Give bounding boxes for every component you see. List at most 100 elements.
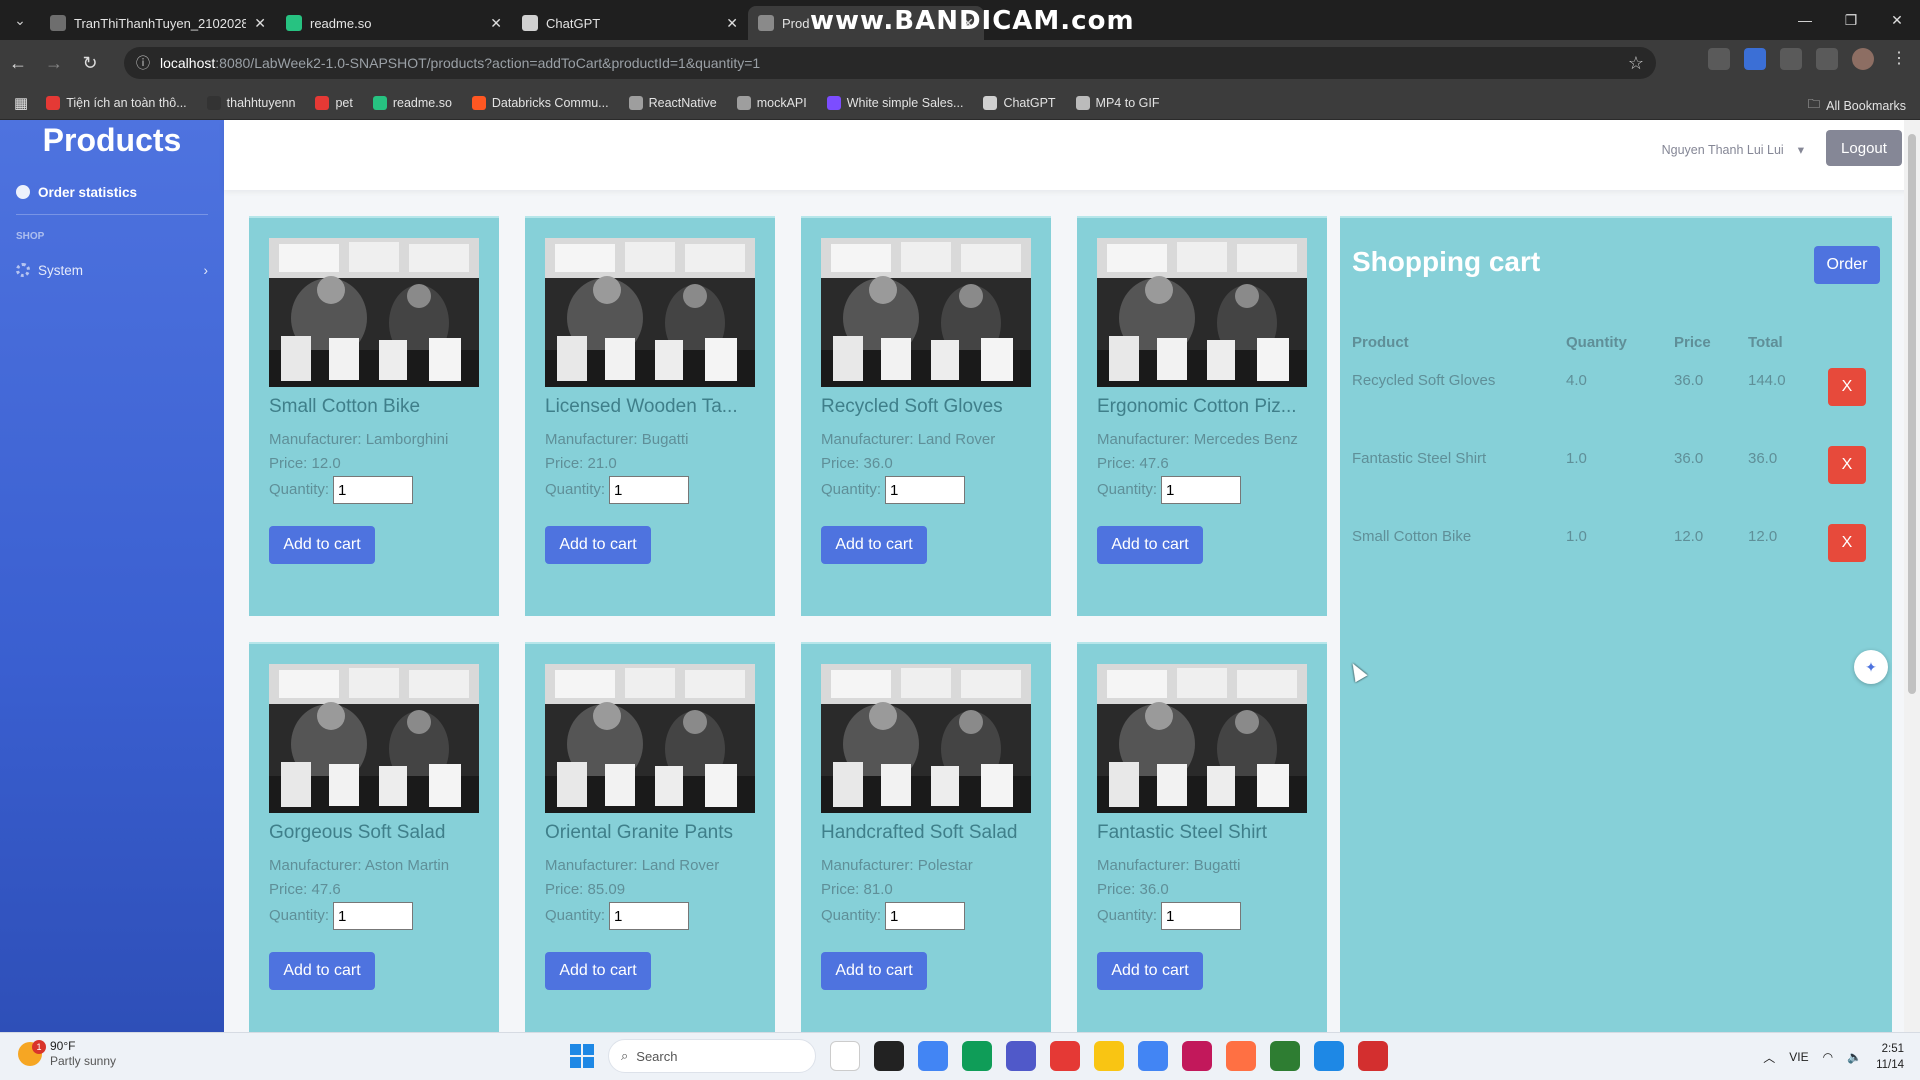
logout-button[interactable]: Logout (1826, 130, 1902, 166)
quantity-input[interactable] (333, 902, 414, 930)
windows-start-icon[interactable] (570, 1044, 594, 1068)
taskbar-app-icon[interactable] (1094, 1041, 1124, 1071)
browser-tab[interactable]: readme.so ✕ (276, 6, 512, 40)
taskbar-app-icon[interactable] (1050, 1041, 1080, 1071)
address-toolbar: ← → ↻ ⓘ localhost:8080/LabWeek2-1.0-SNAP… (0, 40, 1920, 86)
bookmark-item[interactable]: White simple Sales... (826, 95, 963, 110)
quantity-input[interactable] (333, 476, 414, 504)
taskbar-app-icon[interactable] (1182, 1041, 1212, 1071)
browser-tab[interactable]: TranThiThanhTuyen_21020281_ ✕ (40, 6, 276, 40)
add-to-cart-button[interactable]: Add to cart (1097, 952, 1203, 990)
taskbar-app-icon[interactable] (918, 1041, 948, 1071)
cart-row: Fantastic Steel Shirt 1.0 36.0 36.0 X (1352, 438, 1882, 516)
taskbar-app-icon[interactable] (1270, 1041, 1300, 1071)
quantity-input[interactable] (885, 902, 966, 930)
bookmark-favicon-icon (315, 95, 330, 110)
quantity-input[interactable] (609, 902, 690, 930)
product-card: Fantastic Steel Shirt Manufacturer: Buga… (1077, 642, 1327, 1032)
all-bookmarks[interactable]: 🗀 All Bookmarks (1808, 95, 1906, 116)
bookmark-item[interactable]: Databricks Commu... (471, 95, 609, 110)
product-manufacturer: Manufacturer: Mercedes Benz (1097, 431, 1298, 448)
language-indicator[interactable]: VIE (1789, 1050, 1808, 1064)
weather-widget[interactable]: 1 90°F Partly sunny (18, 1039, 116, 1069)
volume-icon[interactable]: 🔈 (1847, 1050, 1862, 1064)
remove-item-button[interactable]: X (1828, 446, 1866, 484)
restore-icon[interactable]: ❐ (1828, 0, 1874, 40)
taskbar-app-icon[interactable] (1358, 1041, 1388, 1071)
add-to-cart-button[interactable]: Add to cart (821, 952, 927, 990)
minimize-icon[interactable]: — (1782, 0, 1828, 40)
tab-search-icon[interactable]: ⌄ (0, 0, 40, 40)
taskbar-app-icon[interactable] (1314, 1041, 1344, 1071)
reload-icon[interactable]: ↻ (72, 45, 108, 81)
back-icon[interactable]: ← (0, 45, 36, 81)
product-meta: Manufacturer: Lamborghini Price: 12.0 Qu… (269, 428, 483, 564)
close-window-icon[interactable]: ✕ (1874, 0, 1920, 40)
taskbar-app-icon[interactable] (1006, 1041, 1036, 1071)
extension-gear-icon[interactable] (1780, 48, 1802, 70)
quantity-input[interactable] (1161, 902, 1242, 930)
bookmark-item[interactable]: pet (315, 95, 353, 110)
quantity-input[interactable] (609, 476, 690, 504)
profile-avatar[interactable] (1852, 48, 1874, 70)
order-button[interactable]: Order (1814, 246, 1880, 284)
sidebar-brand[interactable]: Products (0, 120, 224, 170)
kebab-menu-icon[interactable]: ⋮ (1888, 48, 1910, 70)
sidebar-item-system[interactable]: System › (0, 248, 224, 292)
window-controls: — ❐ ✕ (1782, 0, 1920, 40)
taskbar-app-icon[interactable] (1138, 1041, 1168, 1071)
cart-total: 12.0 (1748, 528, 1778, 545)
add-to-cart-button[interactable]: Add to cart (269, 952, 375, 990)
qr-icon[interactable] (1708, 48, 1730, 70)
remove-item-button[interactable]: X (1828, 524, 1866, 562)
cart-row: Small Cotton Bike 1.0 12.0 12.0 X (1352, 516, 1882, 594)
apps-grid-icon[interactable]: ▦ (14, 94, 28, 112)
bookmark-item[interactable]: mockAPI (736, 95, 807, 110)
product-manufacturer: Manufacturer: Polestar (821, 857, 973, 874)
tab-title: readme.so (310, 15, 372, 31)
bookmark-item[interactable]: ChatGPT (983, 95, 1056, 110)
forward-icon[interactable]: → (36, 45, 72, 81)
tab-close-icon[interactable]: ✕ (726, 15, 738, 32)
add-to-cart-button[interactable]: Add to cart (545, 952, 651, 990)
browser-tab[interactable]: ChatGPT ✕ (512, 6, 748, 40)
quantity-row: Quantity: (1097, 902, 1311, 930)
quantity-input[interactable] (885, 476, 966, 504)
translate-icon[interactable] (1744, 48, 1766, 70)
remove-item-button[interactable]: X (1828, 368, 1866, 406)
product-price: Price: 81.0 (821, 881, 893, 898)
bookmark-item[interactable]: ReactNative (628, 95, 717, 110)
sidebar-item-order-statistics[interactable]: Order statistics (0, 170, 224, 214)
tray-chevron-icon[interactable]: ︿ (1763, 1049, 1775, 1066)
add-to-cart-button[interactable]: Add to cart (545, 526, 651, 564)
taskbar-app-icon[interactable] (830, 1041, 860, 1071)
scrollbar-thumb[interactable] (1908, 134, 1916, 694)
cart-quantity: 1.0 (1566, 450, 1587, 467)
add-to-cart-button[interactable]: Add to cart (269, 526, 375, 564)
product-price: Price: 85.09 (545, 881, 626, 898)
taskbar-app-icon[interactable] (962, 1041, 992, 1071)
bookmark-item[interactable]: MP4 to GIF (1075, 95, 1159, 110)
bookmark-item[interactable]: Tiện ích an toàn thô... (46, 95, 187, 110)
wifi-icon[interactable]: ◠ (1823, 1050, 1833, 1064)
add-to-cart-button[interactable]: Add to cart (821, 526, 927, 564)
site-info-icon[interactable]: ⓘ (136, 53, 150, 73)
tab-close-icon[interactable]: ✕ (490, 15, 502, 32)
user-dropdown[interactable]: Nguyen Thanh Lui Lui ▾ (1662, 142, 1804, 158)
product-manufacturer: Manufacturer: Land Rover (545, 857, 720, 874)
tab-favicon (50, 15, 66, 31)
clock[interactable]: 2:51 11/14 (1876, 1041, 1904, 1073)
bookmark-item[interactable]: thahhtuyenn (206, 95, 295, 110)
taskbar-app-icon[interactable] (874, 1041, 904, 1071)
taskbar-app-icon[interactable] (1226, 1041, 1256, 1071)
floating-helper-icon[interactable]: ✦ (1854, 650, 1888, 684)
add-to-cart-button[interactable]: Add to cart (1097, 526, 1203, 564)
taskbar-search[interactable]: ⌕ Search (608, 1039, 816, 1073)
puzzle-icon[interactable] (1816, 48, 1838, 70)
bookmark-item[interactable]: readme.so (372, 95, 452, 110)
page-scrollbar[interactable] (1904, 120, 1920, 1032)
quantity-input[interactable] (1161, 476, 1242, 504)
tab-close-icon[interactable]: ✕ (254, 15, 266, 32)
bookmark-star-icon[interactable]: ☆ (1628, 53, 1644, 74)
url-bar[interactable]: ⓘ localhost:8080/LabWeek2-1.0-SNAPSHOT/p… (124, 47, 1656, 79)
